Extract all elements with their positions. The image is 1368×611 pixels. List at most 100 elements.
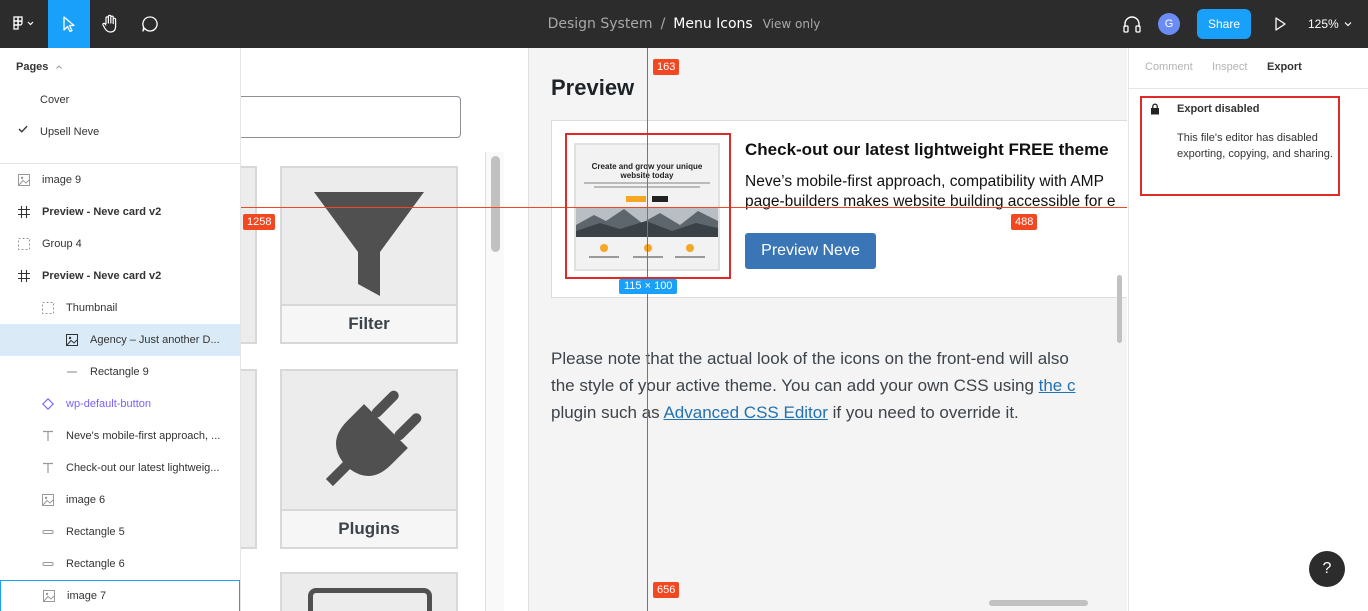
icon-tile-filter: Filter: [280, 166, 458, 344]
properties-panel: Comment Inspect Export Export disabled T…: [1128, 48, 1368, 611]
tile-label: Filter: [282, 304, 456, 342]
frame-divider: [528, 48, 529, 611]
tab-inspect[interactable]: Inspect: [1212, 61, 1247, 73]
layer-row-selected[interactable]: Agency – Just another D...: [0, 324, 240, 356]
hand-tool-button[interactable]: [90, 0, 130, 48]
selection-size-badge: 115 × 100: [619, 279, 678, 294]
frame-icon: [18, 206, 30, 218]
measure-label-left: 1258: [243, 214, 276, 230]
layer-label: Group 4: [42, 238, 82, 250]
pages-header[interactable]: Pages: [16, 61, 63, 73]
cursor-icon: [63, 16, 75, 33]
title-separator: /: [660, 16, 666, 32]
card-body-line: page-builders makes website building acc…: [745, 193, 1116, 210]
layer-row[interactable]: Rectangle 5: [0, 516, 240, 548]
file-name[interactable]: Menu Icons: [673, 16, 752, 32]
export-disabled-title: Export disabled: [1177, 103, 1260, 115]
filter-icon: [314, 192, 424, 296]
project-name[interactable]: Design System: [548, 16, 653, 32]
chevron-up-icon: [56, 65, 63, 69]
measure-label-right: 488: [1011, 214, 1038, 230]
note-line: the style of your active theme. You can …: [551, 372, 1127, 399]
layer-row[interactable]: Rectangle 9: [0, 356, 240, 388]
layer-label: Rectangle 5: [66, 526, 125, 538]
layer-label: Preview - Neve card v2: [42, 270, 162, 282]
layer-row[interactable]: Preview - Neve card v2: [0, 260, 240, 292]
note-text: if you need to override it.: [827, 403, 1019, 422]
present-button[interactable]: [1266, 0, 1294, 48]
share-button[interactable]: Share: [1197, 9, 1251, 39]
icon-tile-partial: [241, 369, 257, 549]
user-avatar[interactable]: G: [1158, 13, 1180, 35]
layer-row[interactable]: Preview - Neve card v2: [0, 196, 240, 228]
measure-label-bottom: 656: [653, 582, 680, 598]
page-item-upsell-neve[interactable]: Upsell Neve: [40, 126, 99, 138]
lock-icon: [1150, 102, 1160, 120]
move-tool-button[interactable]: [48, 0, 90, 48]
plug-icon: [325, 390, 422, 487]
comment-icon: [142, 16, 158, 32]
image-icon: [43, 590, 55, 602]
layer-row[interactable]: Neve's mobile-first approach, ...: [0, 420, 240, 452]
scrollbar-thumb[interactable]: [491, 156, 500, 252]
tabs-divider: [1129, 88, 1368, 89]
page-item-cover[interactable]: Cover: [40, 94, 69, 106]
layer-label: Agency – Just another D...: [90, 334, 220, 346]
tab-comment[interactable]: Comment: [1145, 61, 1193, 73]
layer-row[interactable]: Group 4: [0, 228, 240, 260]
checkmark-icon: [18, 124, 28, 136]
image-icon: [42, 494, 54, 506]
layer-row[interactable]: image 9: [0, 164, 240, 196]
layer-label: Check-out our latest lightweig...: [66, 462, 220, 474]
preview-heading: Preview: [551, 75, 635, 100]
group-icon: [18, 238, 30, 250]
tile-label: Plugins: [282, 509, 456, 547]
layer-label: Rectangle 9: [90, 366, 149, 378]
zoom-dropdown[interactable]: 125%: [1308, 0, 1353, 48]
layers-panel: Pages Cover Upsell Neve image 9 Preview …: [0, 48, 241, 611]
component-instance-icon: [42, 398, 54, 410]
icon-tile-plugins: Plugins: [280, 369, 458, 549]
pages-header-label: Pages: [16, 61, 49, 73]
icon-tile-partial: [280, 572, 458, 611]
comment-tool-button[interactable]: [130, 0, 170, 48]
frame-icon: [18, 270, 30, 282]
tab-export[interactable]: Export: [1267, 61, 1302, 73]
note-link[interactable]: the c: [1039, 376, 1076, 395]
search-input-mock: [241, 96, 461, 138]
layer-row[interactable]: wp-default-button: [0, 388, 240, 420]
layer-label: Thumbnail: [66, 302, 118, 314]
icon-tile-partial: [241, 166, 257, 344]
line-icon: [66, 366, 78, 378]
scrollbar-thumb[interactable]: [1117, 275, 1122, 343]
chevron-down-icon: [1344, 22, 1352, 27]
card-body: Neve’s mobile-first approach, compatibil…: [745, 172, 1125, 212]
zoom-value: 125%: [1308, 17, 1339, 31]
image-icon: [66, 334, 78, 346]
design-canvas[interactable]: Filter Plugins Preview Create and grow y…: [241, 48, 1127, 611]
note-text: the style of your active theme. You can …: [551, 376, 1039, 395]
audio-button[interactable]: [1116, 0, 1148, 48]
note-paragraph: Please note that the actual look of the …: [551, 345, 1127, 426]
layer-row[interactable]: Rectangle 6: [0, 548, 240, 580]
rectangle-icon: [42, 558, 54, 570]
advanced-css-editor-link[interactable]: Advanced CSS Editor: [663, 403, 827, 422]
layer-row[interactable]: Check-out our latest lightweig...: [0, 452, 240, 484]
note-line: Please note that the actual look of the …: [551, 349, 1069, 368]
text-icon: [42, 430, 54, 442]
layer-label: Rectangle 6: [66, 558, 125, 570]
toolbar: Design System / Menu Icons View only G S…: [0, 0, 1368, 48]
note-line: plugin such as Advanced CSS Editor if yo…: [551, 399, 1127, 426]
horizontal-scrollbar-thumb[interactable]: [989, 600, 1088, 606]
export-disabled-description: This file's editor has disabled exportin…: [1177, 132, 1333, 160]
figma-logo-icon: [13, 16, 34, 30]
group-icon: [42, 302, 54, 314]
help-button[interactable]: ?: [1309, 551, 1345, 587]
layer-row[interactable]: Thumbnail: [0, 292, 240, 324]
play-icon: [1275, 17, 1286, 31]
card-body-line: Neve’s mobile-first approach, compatibil…: [745, 173, 1104, 190]
main-menu-button[interactable]: [0, 0, 48, 48]
preview-neve-button[interactable]: Preview Neve: [745, 233, 876, 269]
layer-row-hovered[interactable]: image 7: [0, 580, 240, 611]
layer-row[interactable]: image 6: [0, 484, 240, 516]
